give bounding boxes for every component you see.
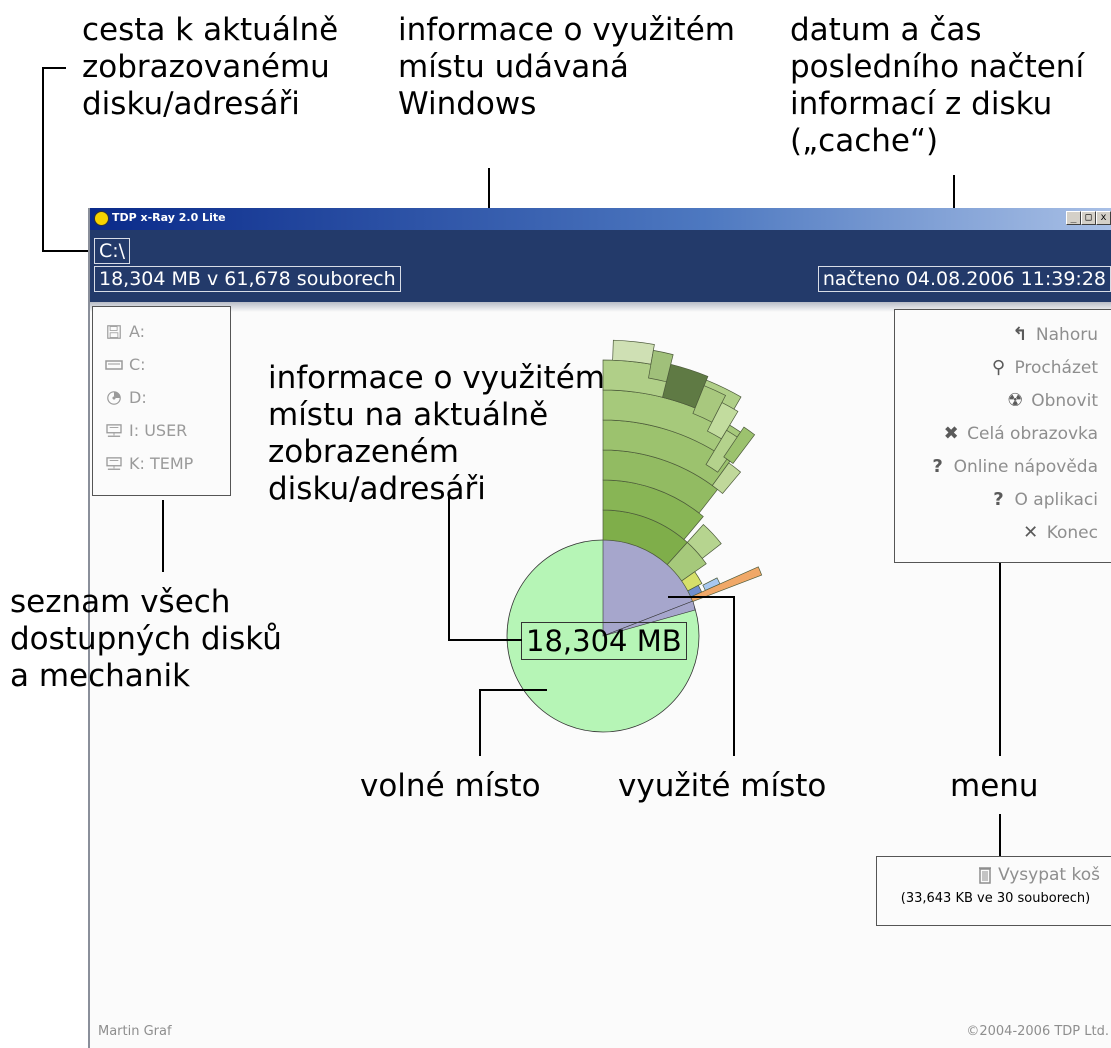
annotation-current-usage: informace o využitém místu na aktuálně z… [268,360,605,507]
connector-line [479,690,481,756]
connector-line [448,496,450,640]
connector-line [162,500,164,572]
connector-line [999,814,1001,856]
folder-segment[interactable] [612,339,655,365]
connector-line [448,639,522,641]
disk-usage-sunburst[interactable] [0,0,1111,1048]
annotation-menu: menu [950,768,1039,804]
connector-line [668,596,734,598]
annotation-free-space: volné místo [360,768,541,804]
annotation-used-space: využité místo [618,768,827,804]
connector-line [999,563,1001,756]
connector-line [479,689,547,691]
annotation-drives: seznam všech dostupných disků a mechanik [10,584,282,694]
center-size-label: 18,304 MB [521,622,687,660]
connector-line [733,596,735,756]
